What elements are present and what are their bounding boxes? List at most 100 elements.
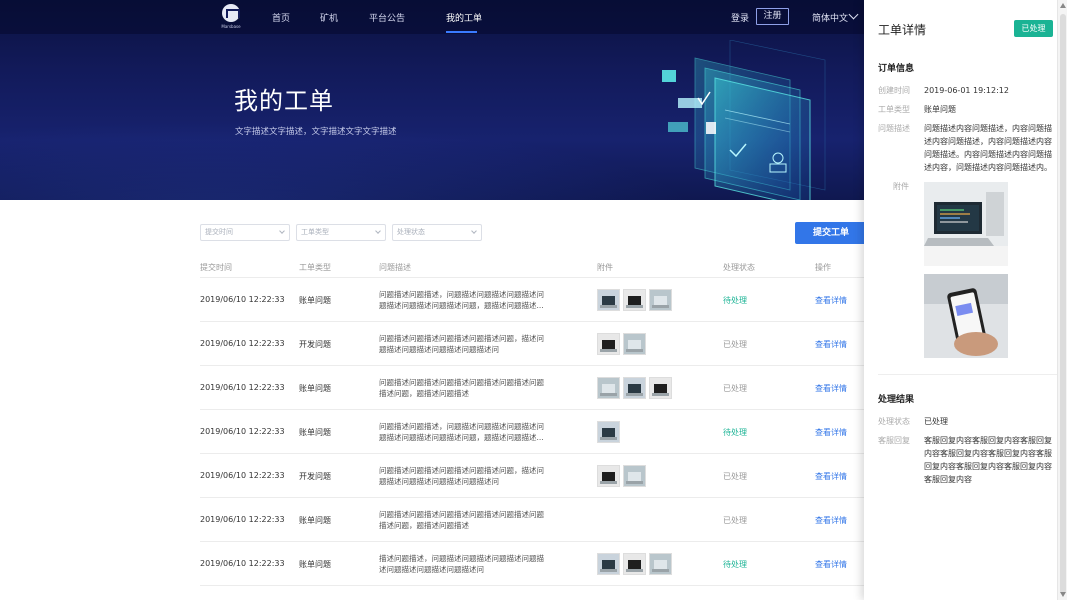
image-thumbnail-icon	[598, 422, 619, 442]
column-header-description: 问题描述	[379, 263, 411, 272]
scrollbar-thumb[interactable]	[1060, 14, 1066, 594]
image-thumbnail-icon	[598, 290, 619, 310]
view-detail-link[interactable]: 查看详情	[815, 515, 847, 526]
nav-item-home[interactable]: 首页	[272, 11, 290, 24]
image-thumbnail-icon	[650, 290, 671, 310]
reply-label: 客服回复	[878, 436, 910, 445]
attachment-thumbnail[interactable]	[623, 465, 646, 487]
attachment-thumbnail[interactable]	[597, 421, 620, 443]
status-placeholder: 处理状态	[397, 228, 425, 236]
chevron-down-icon	[375, 228, 381, 234]
attachment-thumbnail[interactable]	[649, 289, 672, 311]
row-divider	[200, 497, 864, 498]
attachment-thumbnail[interactable]	[597, 333, 620, 355]
row-submit-time: 2019/06/10 12:22:33	[200, 559, 285, 568]
image-thumbnail-icon	[598, 466, 619, 486]
logo-text: Marsbase	[221, 24, 241, 29]
row-divider	[200, 585, 864, 586]
attachment-thumbnail[interactable]	[649, 377, 672, 399]
nav-item-my-tickets[interactable]: 我的工单	[446, 11, 482, 24]
description-value: 问题描述内容问题描述，内容问题描述内容问题描述，内容问题描述内容问题描述。内容问…	[924, 124, 1052, 172]
hero-illustration	[650, 39, 870, 200]
attachment-thumbnail[interactable]	[597, 553, 620, 575]
reply-value: 客服回复内容客服回复内容客服回复内容客服回复内容客服回复内容客服回复内容客服回复…	[924, 436, 1052, 484]
view-detail-link[interactable]: 查看详情	[815, 295, 847, 306]
ticket-type-select[interactable]: 工单类型	[296, 224, 386, 241]
row-submit-time: 2019/06/10 12:22:33	[200, 339, 285, 348]
nav-item-announcements[interactable]: 平台公告	[369, 11, 405, 24]
column-header-attachments: 附件	[597, 263, 613, 272]
view-detail-link[interactable]: 查看详情	[815, 339, 847, 350]
row-description: 问题描述问题描述问题描述问题描述问题描述问题描述问题，题描述问题描述	[379, 378, 544, 398]
nav-item-miners[interactable]: 矿机	[320, 11, 338, 24]
header-divider	[200, 277, 864, 278]
attachment-thumbnail[interactable]	[623, 377, 646, 399]
chevron-down-icon	[471, 228, 477, 234]
row-description: 问题描述问题描述，问题描述问题描述问题描述问题描述问题描述问题描述问题，题描述问…	[379, 290, 544, 310]
attachment-thumbnail[interactable]	[597, 289, 620, 311]
order-info-title: 订单信息	[878, 64, 915, 74]
view-detail-link[interactable]: 查看详情	[815, 383, 847, 394]
logo-icon	[222, 4, 240, 22]
image-thumbnail-icon	[624, 378, 645, 398]
page-subtitle: 文字描述文字描述，文字描述文字文字描述	[235, 127, 397, 137]
image-thumbnail-icon	[624, 466, 645, 486]
row-status: 待处理	[723, 296, 747, 305]
laptop-photo-icon	[924, 182, 1008, 266]
ticket-detail-drawer: 工单详情 已处理 订单信息 创建时间 2019-06-01 19:12:12 工…	[864, 0, 1067, 600]
row-description: 问题描述问题描述问题描述问题描述问题，描述问题描述问题描述问题描述问题描述问	[379, 334, 544, 354]
row-divider	[200, 365, 864, 366]
submit-time-select[interactable]: 提交时间	[200, 224, 290, 241]
attachment-thumbnail[interactable]	[623, 289, 646, 311]
attachments-label: 附件	[893, 182, 909, 191]
login-link[interactable]: 登录	[731, 11, 749, 24]
language-selector[interactable]: 简体中文	[812, 11, 848, 24]
attachment-image-laptop[interactable]	[924, 182, 1008, 266]
row-ticket-type: 账单问题	[299, 384, 331, 393]
column-header-time: 提交时间	[200, 263, 232, 272]
logo[interactable]: Marsbase	[220, 4, 242, 30]
attachment-thumbnail[interactable]	[623, 553, 646, 575]
page-title: 我的工单	[234, 87, 334, 115]
attachment-thumbnail[interactable]	[597, 465, 620, 487]
ticket-type-placeholder: 工单类型	[301, 228, 329, 236]
row-ticket-type: 账单问题	[299, 516, 331, 525]
attachment-thumbnail[interactable]	[623, 333, 646, 355]
image-thumbnail-icon	[624, 290, 645, 310]
view-detail-link[interactable]: 查看详情	[815, 427, 847, 438]
created-time-value: 2019-06-01 19:12:12	[924, 86, 1009, 95]
section-divider	[878, 374, 1058, 375]
row-status: 已处理	[723, 516, 747, 525]
attachment-thumbnail[interactable]	[597, 377, 620, 399]
attachment-image-phone[interactable]	[924, 274, 1008, 358]
image-thumbnail-icon	[650, 554, 671, 574]
image-thumbnail-icon	[598, 334, 619, 354]
register-button[interactable]: 注册	[756, 8, 789, 25]
chevron-down-icon	[279, 228, 285, 234]
row-description: 问题描述问题描述，问题描述问题描述问题描述问题描述问题描述问题描述问题，题描述问…	[379, 422, 544, 442]
drawer-title: 工单详情	[878, 23, 927, 37]
row-status: 已处理	[723, 472, 747, 481]
row-status: 已处理	[723, 340, 747, 349]
column-header-type: 工单类型	[299, 263, 331, 272]
scrollbar[interactable]	[1057, 0, 1067, 600]
row-ticket-type: 开发问题	[299, 472, 331, 481]
view-detail-link[interactable]: 查看详情	[815, 559, 847, 570]
scroll-up-icon[interactable]	[1060, 3, 1066, 8]
submit-ticket-button[interactable]: 提交工单	[795, 222, 867, 244]
dashboard-illustration-icon	[662, 39, 826, 200]
submit-time-placeholder: 提交时间	[205, 228, 233, 236]
status-select[interactable]: 处理状态	[392, 224, 482, 241]
chevron-down-icon[interactable]	[848, 9, 859, 20]
row-submit-time: 2019/06/10 12:22:33	[200, 383, 285, 392]
scroll-down-icon[interactable]	[1060, 592, 1066, 597]
image-thumbnail-icon	[598, 378, 619, 398]
column-header-status: 处理状态	[723, 263, 755, 272]
view-detail-link[interactable]: 查看详情	[815, 471, 847, 482]
ticket-type-value: 账单问题	[924, 105, 956, 114]
attachment-thumbnail[interactable]	[649, 553, 672, 575]
row-description: 问题描述问题描述问题描述问题描述问题描述问题描述问题，题描述问题描述	[379, 510, 544, 530]
created-time-label: 创建时间	[878, 86, 910, 95]
phone-photo-icon	[924, 274, 1008, 358]
row-submit-time: 2019/06/10 12:22:33	[200, 295, 285, 304]
